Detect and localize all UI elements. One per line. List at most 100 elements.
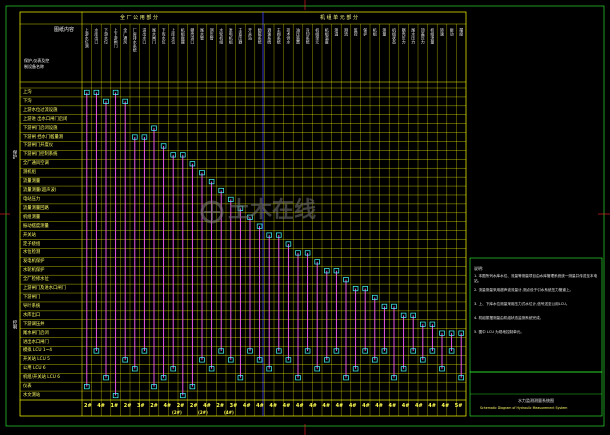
row-label: 尾水闸门启闭 <box>23 330 49 336</box>
bottom-value: 5# <box>454 403 463 409</box>
bottom-value: 4# <box>295 403 304 409</box>
row-label: 下游闸 挡水门槛量测 <box>23 134 64 140</box>
note-item: 5. 图中 LCU 为现地控制单元。 <box>474 330 524 334</box>
column-header: 发电机组 <box>228 28 233 44</box>
column-header: 振动 <box>449 28 454 36</box>
bottom-value: 4# <box>335 403 344 409</box>
row-label: 水库出口 <box>23 312 41 318</box>
bottom-value: 4# <box>97 403 105 409</box>
column-header: 机组状态 <box>392 28 396 44</box>
row-label: 下游调压井 <box>23 321 45 327</box>
bottom-value: 2# <box>150 403 158 409</box>
bottom-value: 3# <box>136 403 145 409</box>
row-label: 下游闸门启闭设施 <box>23 125 58 131</box>
bottom-value: 4# <box>269 403 278 409</box>
watermark-logo <box>200 200 224 224</box>
column-header: 水库出口 <box>94 28 99 44</box>
column-header: 机组温度 <box>324 28 329 44</box>
column-header: 调速系统 <box>267 28 272 44</box>
row-label: 进出水口闸门 <box>23 339 49 345</box>
row-label: 流量测量 <box>23 179 41 185</box>
column-header: 下游水位 <box>104 28 108 44</box>
row-label: 流量测量回路 <box>23 205 49 211</box>
bottom-value: 4# <box>322 403 331 409</box>
notes-title: 说明: <box>474 266 484 271</box>
bottom-value: 2# <box>189 403 198 409</box>
column-header: 顶盖压力 <box>420 28 425 44</box>
column-header: 尾水压力 <box>411 28 416 44</box>
watermark-text: 土木在线 <box>228 198 317 223</box>
bottom-value: 3# <box>229 403 238 409</box>
column-header: 厂房排水系统 <box>132 28 137 52</box>
column-header: 机组振摆 <box>180 28 185 44</box>
column-header: 下库水位 <box>161 28 166 44</box>
row-label: 振动摆度测量 <box>23 223 49 229</box>
bottom-value: 2# <box>123 403 132 409</box>
note-item: 2. 流量测量采用超声波流量计,测点设于引水系统压力管道上。 <box>474 288 574 292</box>
column-header: 上游水位测 <box>84 28 89 48</box>
bottom-value: 2# <box>176 403 185 409</box>
section-left-title: 全 厂 公 用 部 分 <box>120 15 158 21</box>
bottom-value: 4# <box>428 403 436 409</box>
row-label: 全厂检修水位 <box>23 277 49 283</box>
row-label: 定子绕组 <box>23 241 41 247</box>
note-item: 3. 上、下库水位测量采用压力式水位计,信号送至公用LCU。 <box>474 302 570 306</box>
row-label: 开关站 <box>23 232 36 238</box>
column-header: 测流 <box>344 28 348 36</box>
column-header: 测压管 <box>209 28 214 40</box>
row-label: 下沟 <box>23 98 32 104</box>
bottom-value: 4# <box>375 403 383 409</box>
row-label: 模拟 LCU 1~4 <box>23 348 52 354</box>
row-label: 下游闸门控制系统 <box>23 152 58 158</box>
column-header: 油压装置 <box>296 28 300 44</box>
row-label: 水位检测 <box>23 250 41 256</box>
column-header: 尾水闸门 <box>152 28 156 44</box>
bottom-value: 2# <box>216 403 225 409</box>
bottom-sub-value: (4#) <box>224 410 234 415</box>
column-header: 主阀系统 <box>276 28 281 44</box>
bottom-value: 4# <box>203 403 211 409</box>
row-label: 测机组 <box>23 170 36 176</box>
row-label: 机组测量 <box>23 214 41 220</box>
row-label: 下游闸门 <box>23 294 41 300</box>
bottom-value: 1# <box>110 403 119 409</box>
sidebar-label-protection: 保护 <box>12 150 17 159</box>
column-header: 上下游闸门 <box>113 28 118 48</box>
bottom-value: 4# <box>348 403 357 409</box>
row-label: 上游闸门及进水口闸门 <box>23 286 66 292</box>
title-block-en: Schematic Diagram of Hydraulic Measureme… <box>480 406 568 410</box>
column-header: 保护 <box>363 28 368 36</box>
column-header: 蜗壳压力 <box>401 28 406 44</box>
row-label: 上游水位过流设施 <box>23 107 58 113</box>
bottom-value: 4# <box>282 403 291 409</box>
column-header: 开关站 <box>248 28 252 40</box>
column-header: 技术供水 <box>286 28 291 44</box>
column-header: 机组 <box>372 28 377 36</box>
column-header: 励磁系统 <box>257 28 262 44</box>
bottom-sub-value: (2#) <box>172 410 182 415</box>
section-right-title: 机 组 单 元 部 分 <box>320 15 358 21</box>
bottom-value: 4# <box>242 403 251 409</box>
bottom-sub-value: (2#) <box>198 410 208 415</box>
column-header: 测量 <box>382 28 387 36</box>
column-header: 机组单元 <box>315 28 320 44</box>
sidebar-label-control: 控制 <box>12 320 17 329</box>
row-label: 水文测站 <box>23 393 41 399</box>
row-label: 水轮机保护 <box>23 268 45 274</box>
column-header: 主变压器 <box>238 28 243 44</box>
bottom-value: 4# <box>163 403 172 409</box>
column-header: 监控 <box>353 28 358 36</box>
bottom-value: 4# <box>415 403 423 409</box>
row-label: 流量测量(超声波) <box>23 188 57 193</box>
bottom-value: 4# <box>441 403 450 409</box>
bottom-value: 4# <box>256 403 264 409</box>
row-label: 导叶系统 <box>23 303 41 309</box>
column-header: 摆度 <box>459 28 464 36</box>
title-block-cn: 水力监测测量系统图 <box>518 398 554 403</box>
row-label: 公用 LCU 6 <box>23 366 46 372</box>
row-label: 电站压力 <box>23 196 41 202</box>
column-header: 全厂通风 <box>123 28 128 44</box>
row-label: 上游进 出水口闸门启闭 <box>23 116 68 122</box>
column-header: 机组流量 <box>430 28 435 44</box>
corner-label: 图纸内容 <box>54 27 75 33</box>
